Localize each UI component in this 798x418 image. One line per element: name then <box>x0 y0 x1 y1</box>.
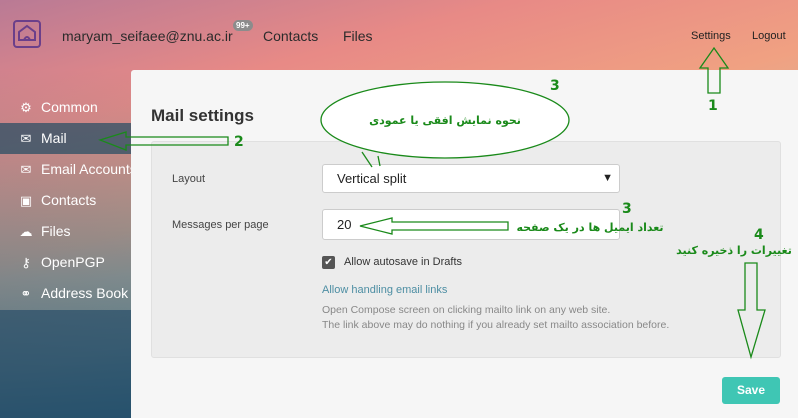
save-note: تغییرات را ذخیره کنید <box>676 244 792 257</box>
arrow-down-save <box>737 262 766 360</box>
annotation-number-3b: 3 <box>622 201 632 217</box>
bubble-tail-2 <box>377 155 381 167</box>
annotation-overlay: 1 2 نحوه نمایش افقی یا عمودی 3 تعداد ایم… <box>98 46 792 360</box>
annotation-number-1: 1 <box>708 98 718 114</box>
bubble-text: نحوه نمایش افقی یا عمودی <box>369 114 521 127</box>
arrow-left-per-page <box>359 217 509 235</box>
bubble-tail <box>361 151 373 168</box>
annotation-number-3a: 3 <box>550 78 560 94</box>
annotation-number-2: 2 <box>234 134 244 150</box>
arrow-left-mail <box>98 131 229 151</box>
per-page-note: تعداد ایمیل ها در یک صفحه <box>516 221 663 234</box>
arrow-up-settings <box>698 46 730 94</box>
annotation-number-4: 4 <box>754 227 764 243</box>
